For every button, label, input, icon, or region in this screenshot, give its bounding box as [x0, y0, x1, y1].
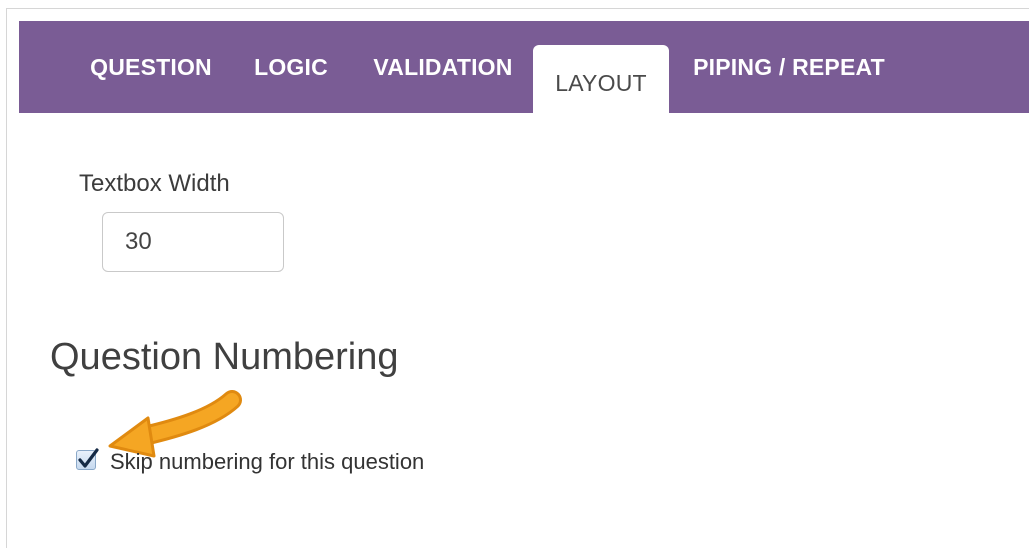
tab-question[interactable]: QUESTION: [83, 21, 219, 113]
tab-layout[interactable]: LAYOUT: [533, 45, 669, 113]
textbox-width-label: Textbox Width: [79, 170, 230, 197]
skip-numbering-label[interactable]: Skip numbering for this question: [110, 449, 424, 475]
skip-numbering-checkbox[interactable]: [76, 448, 99, 470]
checkmark-icon: [78, 448, 99, 468]
question-numbering-heading: Question Numbering: [50, 336, 399, 378]
tab-logic[interactable]: LOGIC: [249, 21, 333, 113]
tab-validation[interactable]: VALIDATION: [363, 21, 523, 113]
textbox-width-input[interactable]: [102, 212, 284, 272]
editor-tab-bar: QUESTION LOGIC VALIDATION LAYOUT PIPING …: [19, 21, 1029, 113]
tab-piping-repeat[interactable]: PIPING / REPEAT: [687, 21, 891, 113]
